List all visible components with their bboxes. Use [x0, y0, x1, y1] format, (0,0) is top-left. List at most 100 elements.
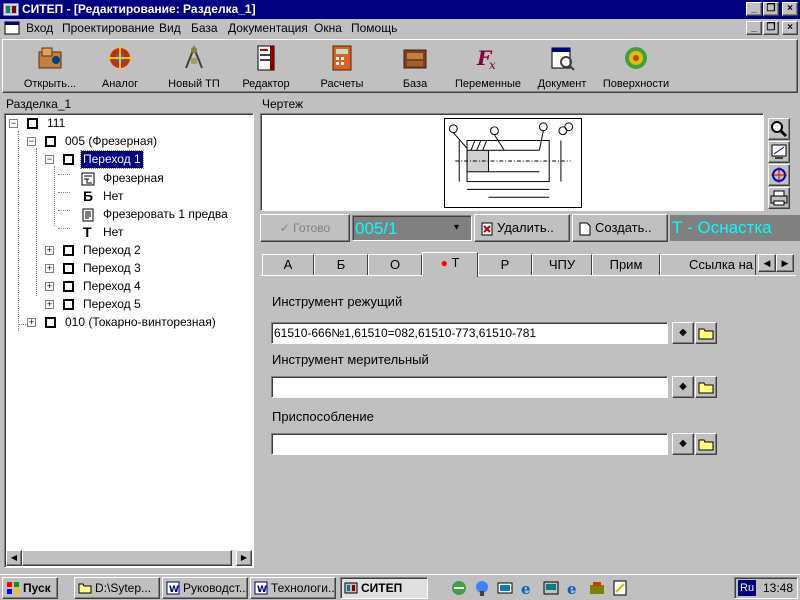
doc-minimize-button[interactable]: _ — [746, 21, 762, 35]
menu-okna[interactable]: Окна — [314, 21, 342, 35]
language-indicator[interactable]: Ru — [738, 580, 757, 596]
start-button[interactable]: Пуск — [2, 577, 58, 599]
tab-reference[interactable]: Ссылка на — [660, 254, 756, 276]
close-button[interactable]: × — [782, 2, 798, 16]
scrollbar-thumb[interactable] — [22, 550, 232, 566]
calculations-button[interactable]: Расчеты — [309, 42, 375, 92]
database-icon — [403, 49, 427, 69]
create-button[interactable]: Создать.. — [572, 214, 668, 242]
fixture-catalog-button[interactable] — [695, 433, 717, 455]
internet-explorer-2-icon[interactable]: e — [565, 579, 583, 597]
menu-vkhod[interactable]: Вход — [26, 21, 53, 35]
zoom-button[interactable] — [768, 118, 790, 140]
tab-b[interactable]: Б — [314, 254, 368, 276]
tab-prim[interactable]: Прим — [592, 254, 660, 276]
task-explorer[interactable]: D:\Sytep... — [74, 577, 160, 599]
tree-checkbox[interactable] — [63, 154, 74, 165]
expand-icon[interactable]: + — [45, 282, 54, 291]
menu-dokumentatsiya[interactable]: Документация — [228, 21, 308, 35]
process-tree[interactable]: − 111 − 005 (Фрезерная) − Переход 1 Фрез… — [4, 113, 254, 568]
collapse-icon[interactable]: − — [45, 155, 54, 164]
measuring-tool-field[interactable] — [271, 376, 668, 398]
fixture-field[interactable] — [271, 433, 668, 455]
fixture-select-button[interactable]: ◆ — [672, 433, 694, 455]
tree-checkbox[interactable] — [45, 317, 56, 328]
variables-button[interactable]: F x Переменные — [451, 42, 525, 92]
doc-close-button[interactable]: × — [782, 21, 798, 35]
active-marker-icon: ● — [440, 256, 448, 270]
tree-checkbox[interactable] — [63, 281, 74, 292]
scroll-right-arrow-icon[interactable]: ▶ — [236, 550, 252, 566]
new-process-button[interactable]: Новый ТП — [161, 42, 227, 92]
refresh-drawing-button[interactable] — [768, 164, 790, 186]
document-button[interactable]: Документ — [529, 42, 595, 92]
tree-checkbox[interactable] — [63, 263, 74, 274]
surfaces-icon — [625, 47, 647, 69]
document-window-icon[interactable] — [4, 21, 20, 35]
title-bar[interactable]: СИТЕП - [Редактирование: Разделка_1] _ ❐… — [0, 0, 800, 19]
expand-icon[interactable]: + — [45, 246, 54, 255]
tree-checkbox[interactable] — [27, 118, 38, 129]
cutting-tool-field[interactable]: 61510-666№1,61510=082,61510-773,61510-78… — [271, 322, 668, 344]
collapse-icon[interactable]: − — [9, 119, 18, 128]
tab-a[interactable]: А — [262, 254, 314, 276]
expand-icon[interactable]: + — [27, 318, 36, 327]
quicklaunch-1-icon[interactable] — [450, 579, 468, 597]
database-button[interactable]: База — [387, 42, 443, 92]
cutting-tool-catalog-button[interactable] — [695, 322, 717, 344]
tab-r[interactable]: Р — [478, 254, 532, 276]
ready-button[interactable]: ✓ Готово — [260, 214, 350, 242]
cycle-icon — [771, 167, 787, 183]
menu-baza[interactable]: База — [191, 21, 218, 35]
tree-checkbox[interactable] — [45, 136, 56, 147]
tree-horizontal-scrollbar[interactable]: ◀ ▶ — [6, 550, 252, 566]
print-button[interactable] — [768, 187, 790, 209]
task-word-tech[interactable]: W Технологи... — [250, 577, 336, 599]
tree-checkbox[interactable] — [63, 245, 74, 256]
open-button[interactable]: Открыть... — [17, 42, 83, 92]
tab-chpu[interactable]: ЧПУ — [532, 254, 592, 276]
internet-explorer-icon[interactable]: e — [519, 579, 537, 597]
tab-o[interactable]: О — [368, 254, 422, 276]
expand-icon[interactable]: + — [45, 300, 54, 309]
variables-label: Переменные — [454, 78, 522, 90]
task-label: Руководст... — [183, 581, 248, 595]
tree-checkbox[interactable] — [63, 299, 74, 310]
restore-button[interactable]: ❐ — [763, 2, 779, 16]
quicklaunch-8-icon[interactable] — [611, 579, 629, 597]
menu-pomoshch[interactable]: Помощь — [351, 21, 397, 35]
measuring-tool-catalog-button[interactable] — [695, 376, 717, 398]
printer-icon — [770, 190, 788, 206]
task-word-manual[interactable]: W Руководст... — [162, 577, 248, 599]
view-drawing-button[interactable] — [768, 141, 790, 163]
task-sitep[interactable]: СИТЕП — [340, 577, 428, 599]
tab-t[interactable]: ● Т — [422, 252, 478, 277]
cutting-tool-select-button[interactable]: ◆ — [672, 322, 694, 344]
expand-icon[interactable]: + — [45, 264, 54, 273]
delete-button[interactable]: Удалить.. — [474, 214, 570, 242]
menu-proektirovanie[interactable]: Проектирование — [62, 21, 155, 35]
dropdown-arrow-icon[interactable]: ▾ — [454, 222, 459, 233]
quicklaunch-5-icon[interactable] — [542, 579, 560, 597]
tree-node-label: Нет — [103, 189, 124, 203]
scroll-left-arrow-icon[interactable]: ◀ — [6, 550, 22, 566]
quicklaunch-2-icon[interactable] — [473, 579, 491, 597]
surfaces-button[interactable]: Поверхности — [599, 42, 673, 92]
tab-scroll-right-icon[interactable]: ▶ — [776, 254, 794, 272]
menu-vid[interactable]: Вид — [159, 21, 181, 35]
tab-scroll-left-icon[interactable]: ◀ — [758, 254, 776, 272]
drawing-area[interactable] — [260, 113, 764, 211]
editor-button[interactable]: Редактор — [235, 42, 297, 92]
measuring-tool-select-button[interactable]: ◆ — [672, 376, 694, 398]
minimize-button[interactable]: _ — [746, 2, 762, 16]
doc-restore-button[interactable]: ❐ — [763, 21, 779, 35]
tab-t-label: Т — [451, 255, 460, 270]
menu-bar: Вход Проектирование Вид База Документаци… — [0, 19, 800, 38]
cutting-tool-label: Инструмент режущий — [272, 294, 403, 309]
system-tray: Ru 13:48 — [734, 577, 798, 599]
quicklaunch-7-icon[interactable] — [588, 579, 606, 597]
folder-icon — [698, 439, 714, 451]
analog-button[interactable]: Аналог — [89, 42, 151, 92]
collapse-icon[interactable]: − — [27, 137, 36, 146]
quicklaunch-3-icon[interactable] — [496, 579, 514, 597]
